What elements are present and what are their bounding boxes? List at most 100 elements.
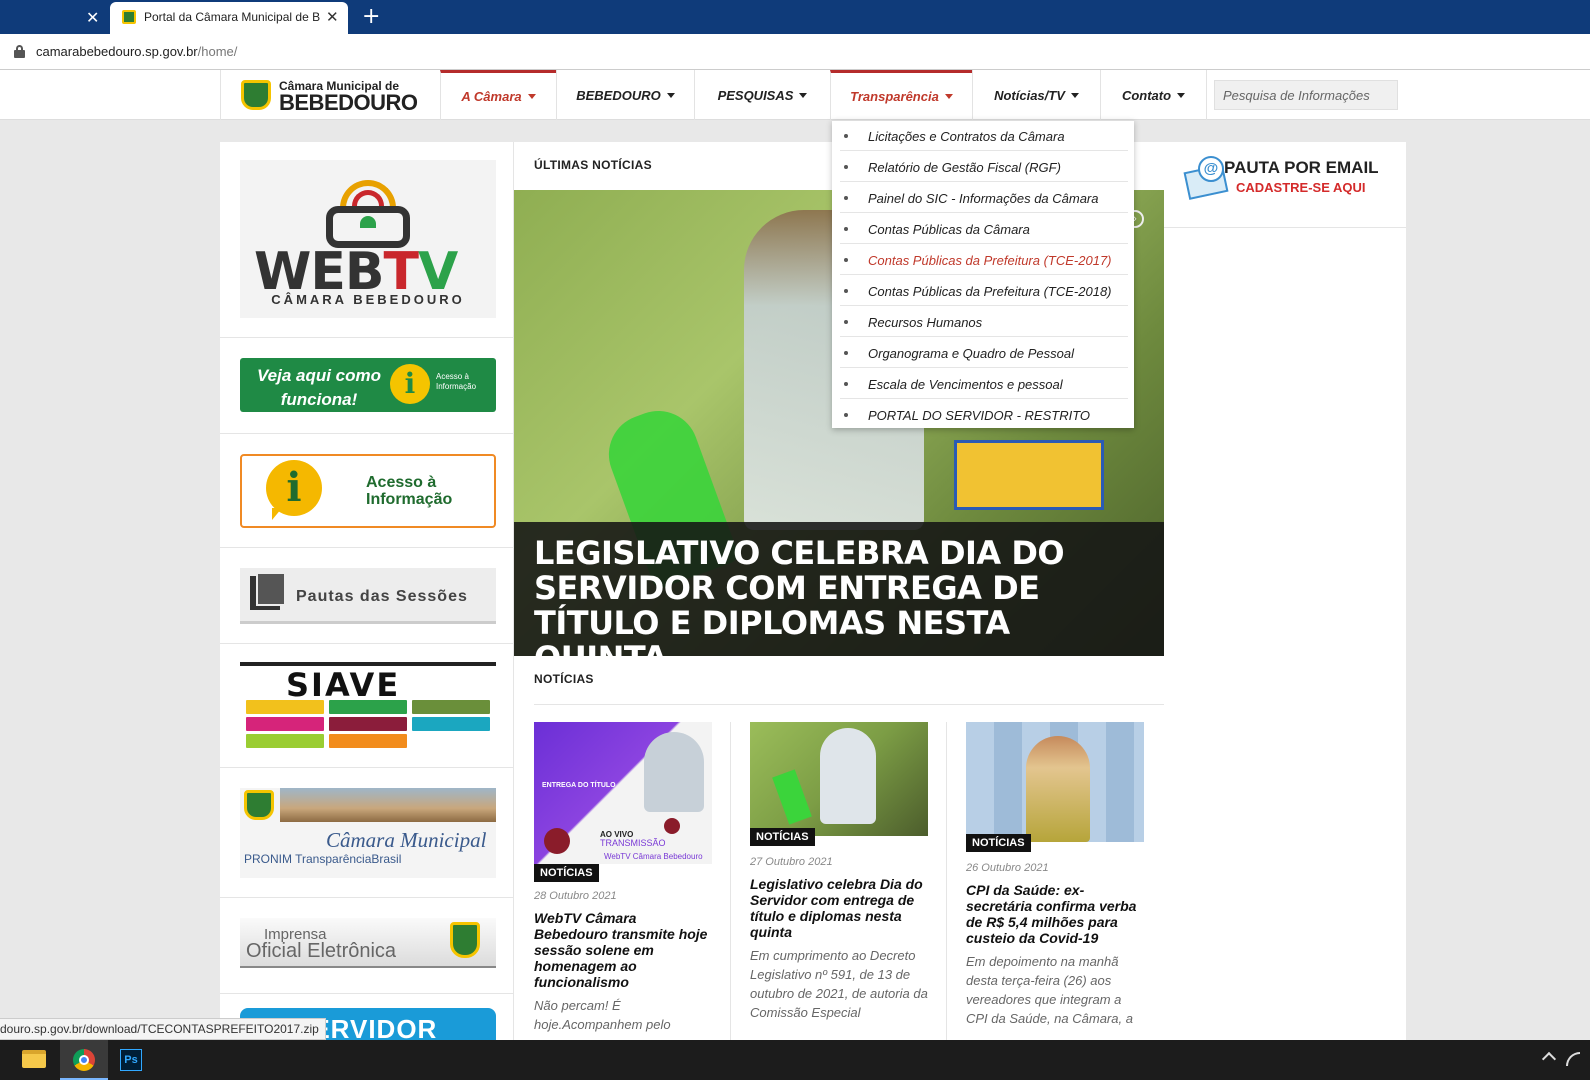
news-thumbnail[interactable]: [750, 722, 928, 836]
lock-icon[interactable]: [14, 45, 25, 58]
card-divider: [730, 722, 731, 1040]
news-title[interactable]: Legislativo celebra Dia do Servidor com …: [750, 876, 928, 940]
latest-news-title: ÚLTIMAS NOTÍCIAS: [534, 158, 652, 172]
promo-ball: [544, 828, 570, 854]
transparencia-dropdown: Licitações e Contratos da Câmara Relatór…: [832, 120, 1134, 428]
dropdown-item[interactable]: Escala de Vencimentos e pessoal: [840, 369, 1128, 399]
building-photo: [280, 788, 496, 822]
imprensa-oficial-banner[interactable]: Imprensa Oficial Eletrônica: [240, 918, 496, 968]
photoshop-icon: Ps: [120, 1049, 142, 1071]
nav-noticias-tv[interactable]: Notícias/TV: [972, 70, 1100, 120]
nav-a-camara[interactable]: A Câmara: [440, 70, 556, 120]
tab-title: Portal da Câmara Municipal de Bebedouro: [144, 10, 320, 24]
webtv-subtitle: CÂMARA BEBEDOURO: [271, 292, 465, 307]
dropdown-item[interactable]: Contas Públicas da Câmara: [840, 214, 1128, 244]
news-card[interactable]: NOTÍCIAS 27 Outubro 2021 Legislativo cel…: [750, 722, 928, 1040]
news-date: 26 Outubro 2021: [966, 862, 1049, 874]
promo-ball: [664, 818, 680, 834]
acesso-text: Acesso à Informação: [366, 474, 453, 508]
photoshop-button[interactable]: Ps: [108, 1040, 156, 1080]
dropdown-item[interactable]: PORTAL DO SERVIDOR - RESTRITO: [840, 400, 1128, 430]
section-divider: [534, 704, 1164, 705]
chevron-up-icon[interactable]: [1541, 1051, 1557, 1067]
bullet-icon: [844, 382, 848, 386]
pautas-sessoes-banner[interactable]: Pautas das Sessões: [240, 568, 496, 624]
dropdown-item-label: Escala de Vencimentos e pessoal: [868, 377, 1063, 392]
thumb-person: [1026, 736, 1090, 842]
news-thumbnail[interactable]: [966, 722, 1144, 842]
sidebar-block-camara: Câmara Municipal PRONIM TransparênciaBra…: [220, 768, 514, 898]
browser-status-bar: douro.sp.gov.br/download/TCECONTASPREFEI…: [0, 1018, 326, 1040]
siave-tile: [412, 700, 490, 714]
news-title[interactable]: WebTV Câmara Bebedouro transmite hoje se…: [534, 910, 712, 990]
news-thumbnail[interactable]: ENTREGA DO TÍTULO AO VIVO TRANSMISSÃO We…: [534, 722, 712, 864]
news-card[interactable]: NOTÍCIAS 26 Outubro 2021 CPI da Saúde: e…: [966, 722, 1144, 1040]
new-tab-icon[interactable]: +: [362, 4, 380, 29]
address-bar[interactable]: camarabebedouro.sp.gov.br/home/: [0, 34, 1590, 70]
at-sign-icon: @: [1198, 156, 1224, 182]
nav-label: Notícias/TV: [994, 87, 1065, 103]
hero-caption[interactable]: LEGISLATIVO CELEBRA DIA DO SERVIDOR COM …: [514, 522, 1164, 656]
nav-pesquisas[interactable]: PESQUISAS: [694, 70, 830, 120]
promo-person-photo: [644, 732, 704, 812]
siave-logo-text: SIAVE: [286, 666, 401, 704]
category-badge[interactable]: NOTÍCIAS: [750, 828, 815, 846]
close-icon[interactable]: ✕: [326, 8, 339, 26]
logo-line2: BEBEDOURO: [279, 90, 418, 115]
file-explorer-button[interactable]: [10, 1040, 58, 1080]
caret-down-icon: [1070, 92, 1079, 98]
nav-contato[interactable]: Contato: [1100, 70, 1206, 120]
category-badge[interactable]: NOTÍCIAS: [966, 834, 1031, 852]
dropdown-item[interactable]: Contas Públicas da Prefeitura (TCE-2018): [840, 276, 1128, 306]
folder-icon: [22, 1050, 46, 1068]
siave-tile: [246, 734, 324, 748]
news-card[interactable]: ENTREGA DO TÍTULO AO VIVO TRANSMISSÃO We…: [534, 722, 712, 1040]
sidebar-block-veja: Veja aqui como funciona! i Acesso à Info…: [220, 338, 514, 434]
dropdown-item-label: Contas Públicas da Prefeitura (TCE-2017): [868, 253, 1112, 268]
dropdown-item[interactable]: Contas Públicas da Prefeitura (TCE-2017): [840, 245, 1128, 275]
caret-down-icon: [799, 92, 808, 98]
crest-icon: [450, 922, 480, 958]
close-icon[interactable]: ✕: [86, 8, 99, 27]
url-text[interactable]: camarabebedouro.sp.gov.br/home/: [36, 44, 237, 59]
webtv-banner[interactable]: WEBTV CÂMARA BEBEDOURO: [240, 160, 496, 318]
chrome-button[interactable]: [60, 1040, 108, 1080]
browser-tab-active[interactable]: Portal da Câmara Municipal de Bebedouro …: [110, 2, 348, 34]
siave-tile: [412, 734, 490, 748]
nav-bebedouro[interactable]: BEBEDOURO: [556, 70, 694, 120]
favicon-icon: [122, 10, 136, 24]
nav-transparencia[interactable]: Transparência: [830, 70, 972, 120]
thumb-fan: [772, 769, 812, 825]
search-input[interactable]: [1214, 80, 1398, 110]
camara-text: Câmara Municipal: [326, 828, 487, 852]
taskbar: Ps: [0, 1040, 1590, 1080]
veja-text: Veja aqui como funciona!: [256, 366, 382, 409]
browser-tab-previous[interactable]: ✕: [0, 0, 106, 34]
dropdown-item[interactable]: Painel do SIC - Informações da Câmara: [840, 183, 1128, 213]
dropdown-item-label: PORTAL DO SERVIDOR - RESTRITO: [868, 408, 1091, 423]
camara-municipal-banner[interactable]: Câmara Municipal PRONIM TransparênciaBra…: [240, 788, 496, 878]
category-badge[interactable]: NOTÍCIAS: [534, 864, 599, 882]
dropdown-item-label: Relatório de Gestão Fiscal (RGF): [868, 160, 1061, 175]
veja-como-funciona-banner[interactable]: Veja aqui como funciona! i Acesso à Info…: [240, 358, 496, 412]
bullet-icon: [844, 413, 848, 417]
siave-tile: [246, 717, 324, 731]
dropdown-item[interactable]: Relatório de Gestão Fiscal (RGF): [840, 152, 1128, 182]
dropdown-item[interactable]: Licitações e Contratos da Câmara: [840, 121, 1128, 151]
news-section-title: NOTÍCIAS: [534, 672, 594, 686]
pauta-por-email-banner[interactable]: @ PAUTA POR EMAIL CADASTRE-SE AQUI: [1164, 142, 1406, 228]
dropdown-item[interactable]: Recursos Humanos: [840, 307, 1128, 337]
news-title[interactable]: CPI da Saúde: ex-secretária confirma ver…: [966, 882, 1144, 946]
acesso-informacao-banner[interactable]: i Acesso à Informação: [240, 454, 496, 528]
site-logo[interactable]: Câmara Municipal de BEBEDOURO: [220, 70, 440, 120]
siave-banner[interactable]: SIAVE: [240, 662, 496, 748]
bullet-icon: [844, 134, 848, 138]
dropdown-item-label: Painel do SIC - Informações da Câmara: [868, 191, 1099, 206]
siave-grid: [246, 700, 490, 748]
sidebar-block-siave: SIAVE: [220, 644, 514, 768]
veja-small-text: Acesso à Informação: [436, 372, 477, 391]
dropdown-item[interactable]: Organograma e Quadro de Pessoal: [840, 338, 1128, 368]
nav-label: PESQUISAS: [717, 87, 794, 103]
sidebar-block-pautas: Pautas das Sessões: [220, 548, 514, 644]
wifi-icon[interactable]: [1566, 1052, 1580, 1066]
